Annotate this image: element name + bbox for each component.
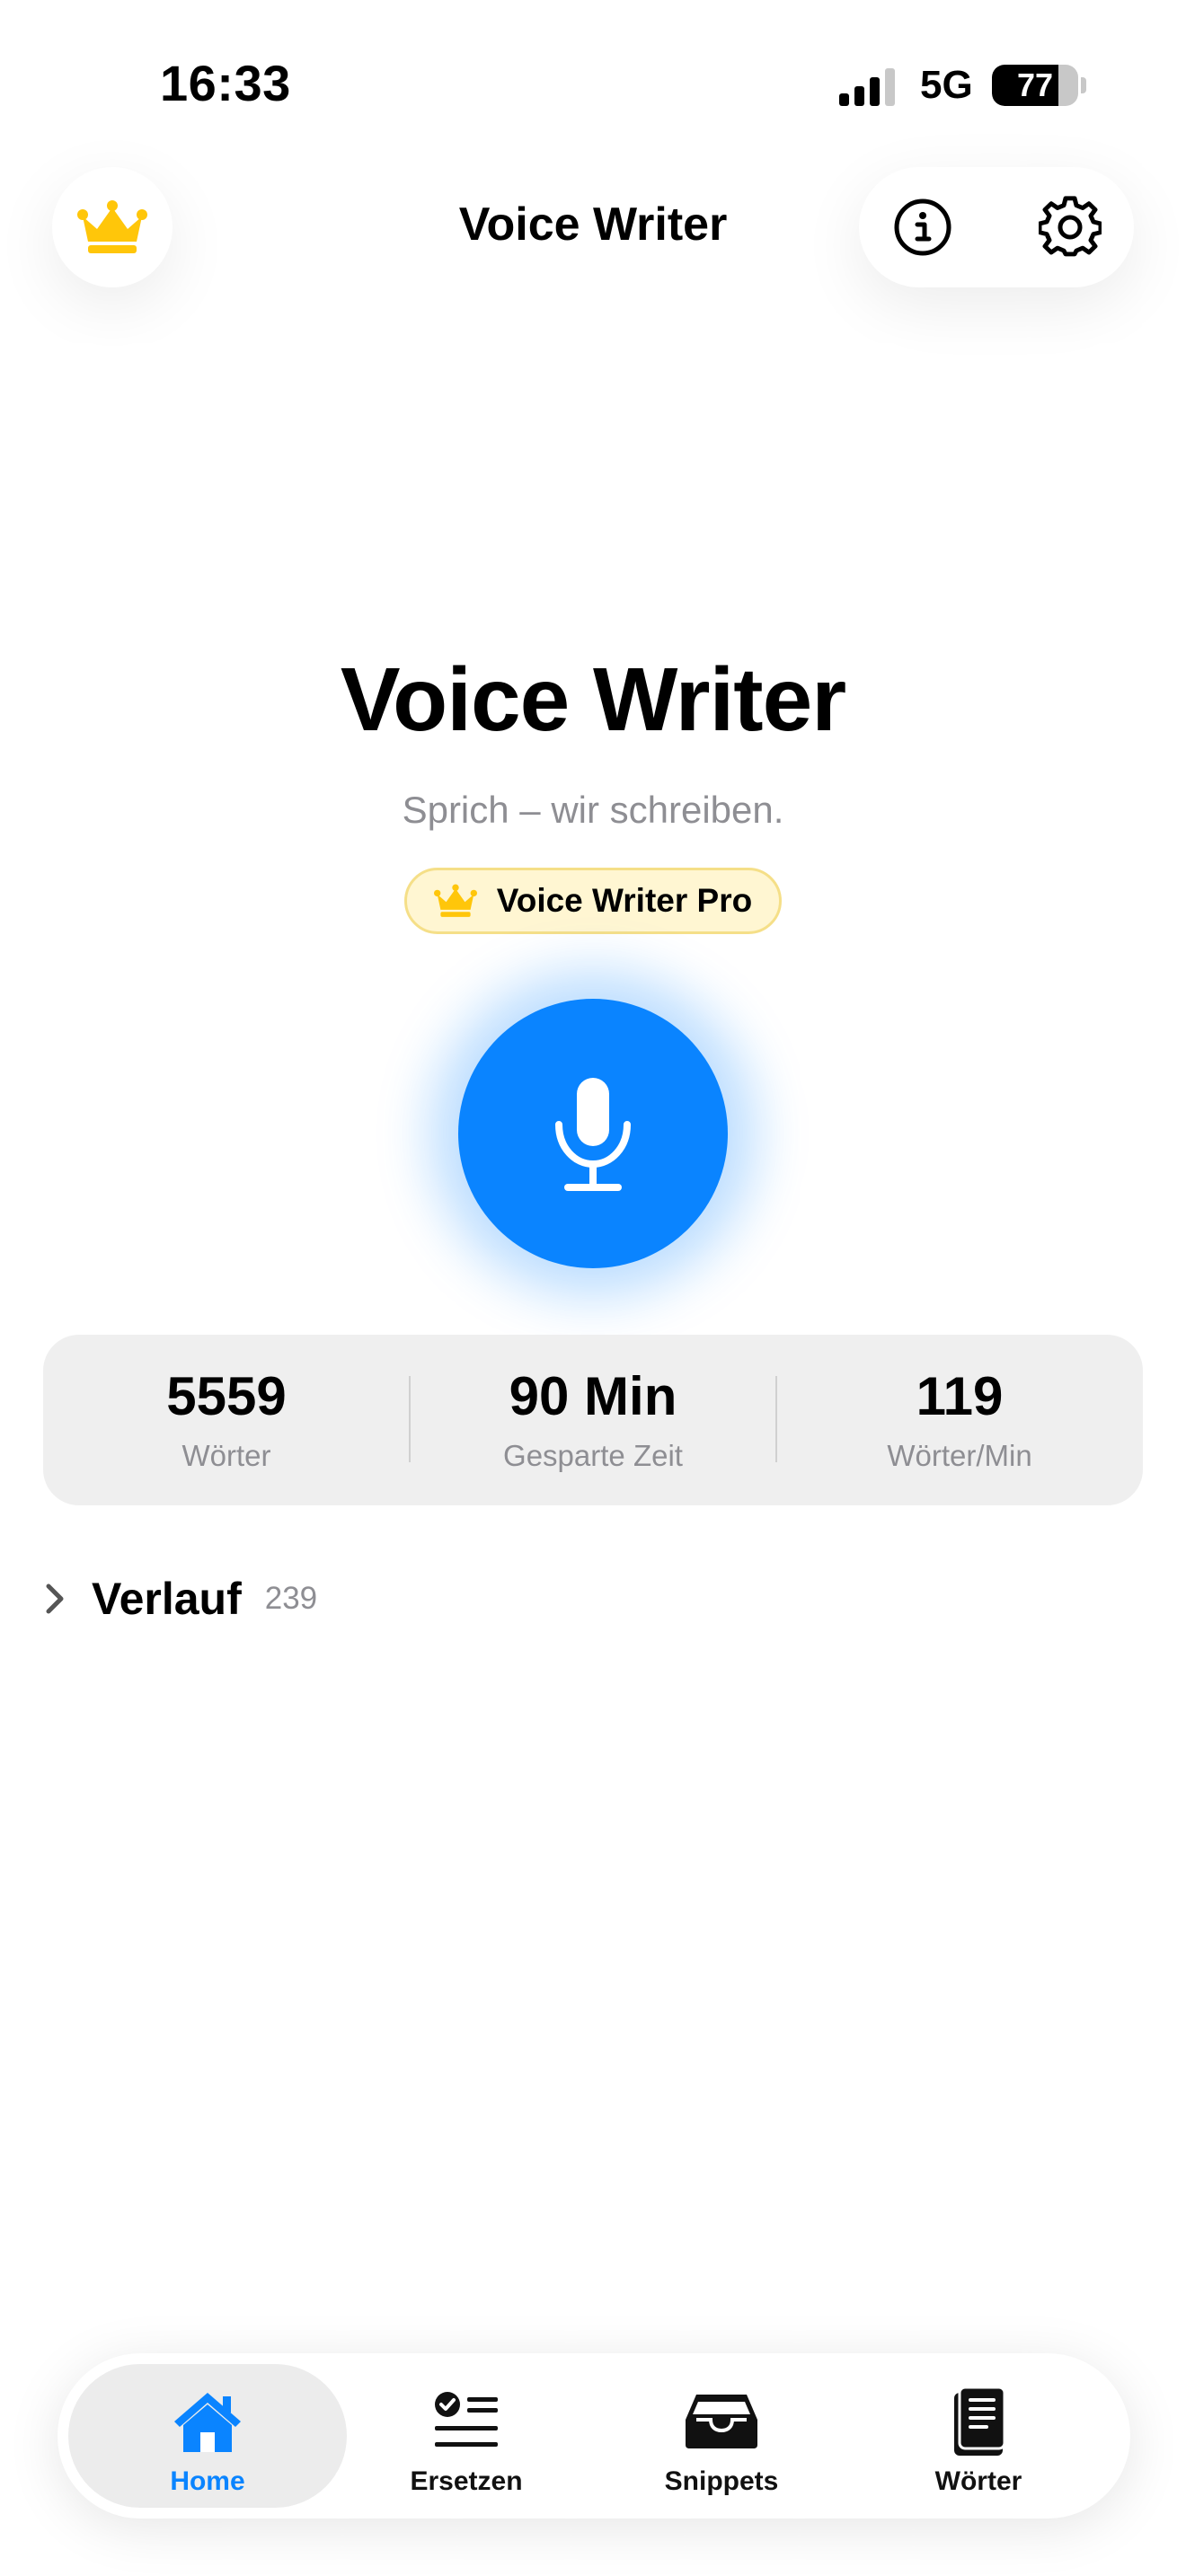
hero-title: Voice Writer xyxy=(340,649,846,750)
info-icon xyxy=(894,198,951,256)
tab-snippets[interactable]: Snippets xyxy=(582,2364,861,2508)
checklist-icon xyxy=(435,2392,498,2447)
signal-icon xyxy=(839,68,895,106)
tab-ersetzen[interactable]: Ersetzen xyxy=(327,2364,606,2508)
tray-icon xyxy=(686,2395,757,2448)
settings-button[interactable] xyxy=(1037,194,1103,260)
history-title: Verlauf xyxy=(92,1574,242,1624)
microphone-icon xyxy=(555,1078,631,1191)
tab-label: Ersetzen xyxy=(410,2466,523,2496)
battery-percent: 77 xyxy=(1016,66,1054,103)
status-time: 16:33 xyxy=(160,55,291,111)
stat-value: 5559 xyxy=(166,1366,287,1426)
book-icon xyxy=(954,2386,1006,2456)
history-count: 239 xyxy=(264,1581,318,1616)
stat-label: Wörter xyxy=(181,1439,271,1472)
stat-saved-time: 90 Min Gesparte Zeit xyxy=(410,1335,776,1505)
status-bar: 16:33 5G 77 xyxy=(0,0,1186,162)
info-button[interactable] xyxy=(890,194,956,260)
battery-tip xyxy=(1081,77,1086,93)
stats-card: 5559 Wörter 90 Min Gesparte Zeit 119 Wör… xyxy=(43,1335,1143,1505)
tab-label: Wörter xyxy=(934,2466,1022,2496)
stat-value: 119 xyxy=(916,1366,1004,1426)
stat-label: Wörter/Min xyxy=(887,1439,1032,1472)
stat-label: Gesparte Zeit xyxy=(503,1439,683,1472)
stat-value: 90 Min xyxy=(509,1366,677,1426)
pro-badge[interactable]: Voice Writer Pro xyxy=(404,868,782,934)
battery-icon: 77 xyxy=(992,65,1078,106)
tab-woerter[interactable]: Wörter xyxy=(839,2364,1118,2508)
pro-badge-label: Voice Writer Pro xyxy=(496,882,753,919)
tab-bar: Home Ersetzen Snippets Wörter xyxy=(58,2353,1130,2519)
network-label: 5G xyxy=(920,63,973,107)
stat-words: 5559 Wörter xyxy=(43,1335,410,1505)
home-icon xyxy=(174,2393,241,2452)
chevron-right-icon xyxy=(46,1584,64,1614)
tab-home[interactable]: Home xyxy=(68,2364,347,2508)
history-toggle[interactable]: Verlauf 239 xyxy=(43,1563,317,1635)
tab-label: Snippets xyxy=(664,2466,779,2496)
hero-subtitle: Sprich – wir schreiben. xyxy=(402,789,784,831)
crown-icon xyxy=(433,884,477,917)
gear-icon xyxy=(1039,196,1102,257)
tab-label: Home xyxy=(170,2466,245,2496)
header-actions xyxy=(859,167,1134,287)
stat-words-per-minute: 119 Wörter/Min xyxy=(776,1335,1143,1505)
record-button[interactable] xyxy=(458,999,728,1268)
